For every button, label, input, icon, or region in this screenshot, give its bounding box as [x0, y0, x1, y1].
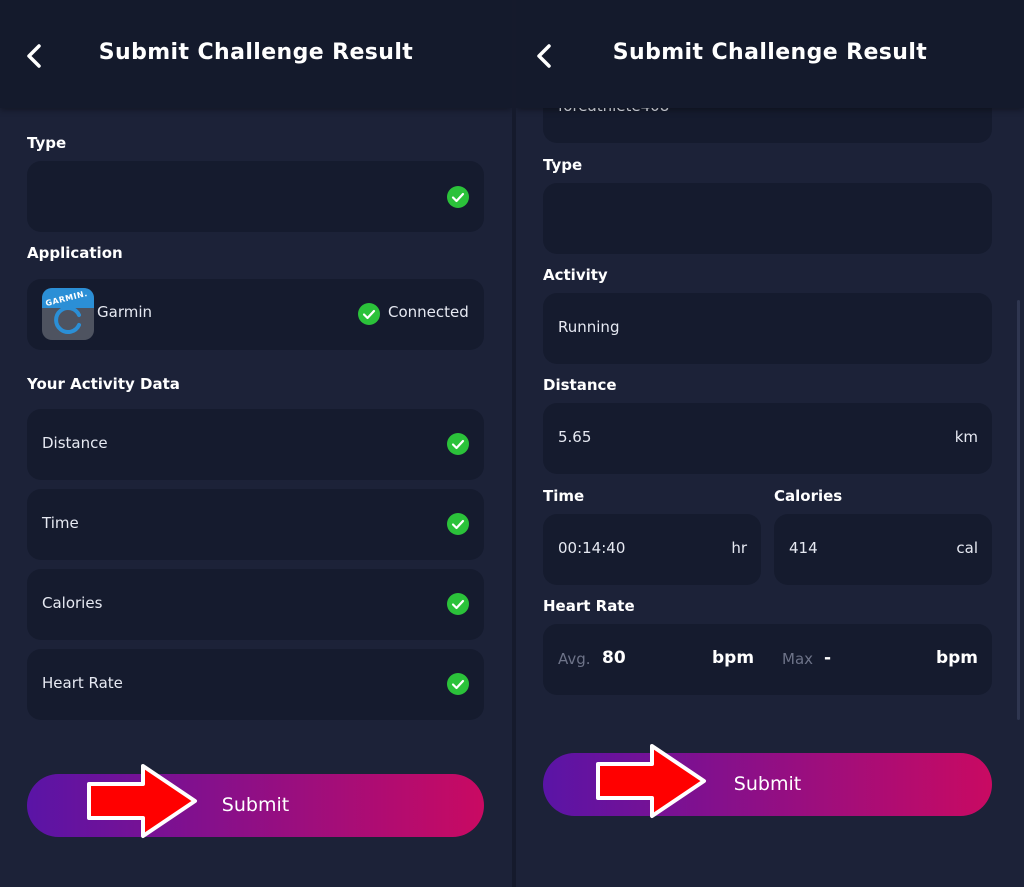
calories-value: 414 — [789, 539, 818, 557]
page-title: Submit Challenge Result — [612, 40, 928, 65]
header: Submit Challenge Result — [0, 0, 512, 108]
hr-max-value: - — [824, 648, 832, 668]
calories-label: Calories — [774, 487, 843, 505]
right-screen: Submit Challenge Result foreathlete408 T… — [516, 0, 1024, 887]
hr-max-label: Max — [782, 650, 814, 668]
hr-avg-value: 80 — [602, 648, 626, 668]
page-title: Submit Challenge Result — [98, 40, 414, 65]
check-circle-icon — [447, 513, 469, 535]
activity-item-distance[interactable]: Distance — [27, 409, 484, 480]
connection-status: Connected — [388, 303, 469, 321]
left-screen: Submit Challenge Result Type Application… — [0, 0, 512, 887]
check-circle-icon — [358, 303, 380, 325]
time-value: 00:14:40 — [558, 539, 626, 557]
application-field[interactable]: GARMIN. Garmin Connected — [27, 279, 484, 350]
time-unit: hr — [731, 539, 747, 557]
heart-rate-label: Heart Rate — [543, 597, 635, 615]
red-arrow-annotation — [596, 744, 706, 818]
type-field[interactable] — [27, 161, 484, 232]
activity-item-time[interactable]: Time — [27, 489, 484, 560]
type-label: Type — [543, 156, 583, 174]
hr-avg-unit: bpm — [712, 648, 755, 668]
activity-label: Activity — [543, 266, 608, 284]
distance-field[interactable]: 5.65 km — [543, 403, 992, 474]
hr-avg-label: Avg. — [558, 650, 591, 668]
distance-label: Distance — [543, 376, 617, 394]
check-circle-icon — [447, 673, 469, 695]
distance-value: 5.65 — [558, 428, 592, 446]
activity-item-heart-rate[interactable]: Heart Rate — [27, 649, 484, 720]
activity-field[interactable]: Running — [543, 293, 992, 364]
activity-item-label: Distance — [42, 434, 108, 452]
type-label: Type — [27, 134, 67, 152]
activity-item-label: Calories — [42, 594, 103, 612]
time-label: Time — [543, 487, 585, 505]
distance-unit: km — [954, 428, 978, 446]
activity-data-label: Your Activity Data — [27, 375, 180, 393]
application-label: Application — [27, 244, 123, 262]
calories-unit: cal — [956, 539, 978, 557]
activity-value: Running — [558, 318, 620, 336]
header: Submit Challenge Result — [516, 0, 1024, 108]
red-arrow-annotation — [87, 764, 197, 838]
activity-item-calories[interactable]: Calories — [27, 569, 484, 640]
scrollbar[interactable] — [1017, 300, 1020, 720]
time-field[interactable]: 00:14:40 hr — [543, 514, 761, 585]
check-circle-icon — [447, 186, 469, 208]
activity-item-label: Time — [42, 514, 79, 532]
type-field[interactable] — [543, 183, 992, 254]
calories-field[interactable]: 414 cal — [774, 514, 992, 585]
check-circle-icon — [447, 433, 469, 455]
activity-item-label: Heart Rate — [42, 674, 123, 692]
check-circle-icon — [447, 593, 469, 615]
heart-rate-field[interactable]: Avg. 80 bpm Max - bpm — [543, 624, 992, 695]
garmin-logo-icon: GARMIN. — [42, 288, 94, 340]
hr-max-unit: bpm — [935, 648, 978, 668]
application-name: Garmin — [97, 303, 153, 321]
